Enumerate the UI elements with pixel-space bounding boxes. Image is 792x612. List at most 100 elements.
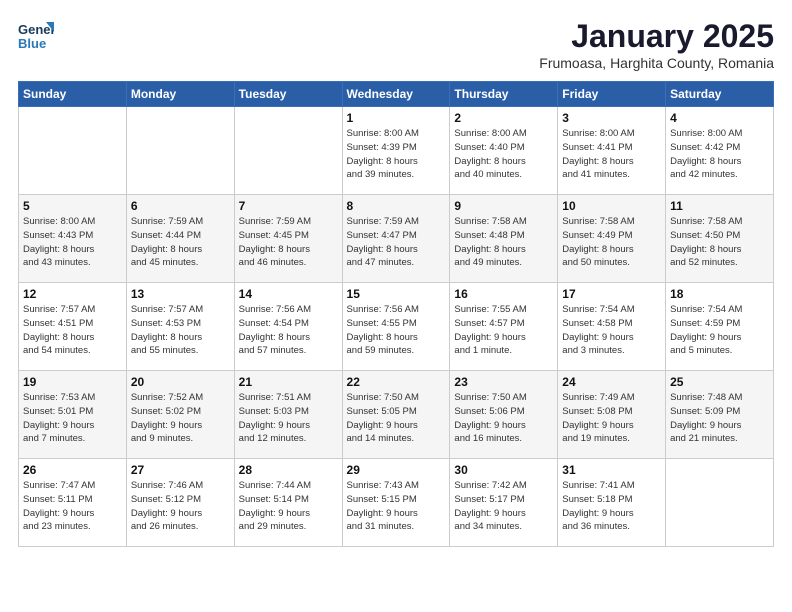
day-info: Sunrise: 7:55 AM Sunset: 4:57 PM Dayligh…: [454, 303, 553, 358]
day-info: Sunrise: 7:57 AM Sunset: 4:51 PM Dayligh…: [23, 303, 122, 358]
calendar-table: Sunday Monday Tuesday Wednesday Thursday…: [18, 81, 774, 547]
col-sunday: Sunday: [19, 82, 127, 107]
calendar-week-row: 5 Sunrise: 8:00 AM Sunset: 4:43 PM Daylig…: [19, 195, 774, 283]
page-subtitle: Frumoasa, Harghita County, Romania: [539, 55, 774, 71]
table-row: 27 Sunrise: 7:46 AM Sunset: 5:12 PM Dayli…: [126, 459, 234, 547]
day-number: 4: [670, 111, 769, 125]
table-row: 9 Sunrise: 7:58 AM Sunset: 4:48 PM Daylig…: [450, 195, 558, 283]
day-number: 31: [562, 463, 661, 477]
day-number: 25: [670, 375, 769, 389]
table-row: 12 Sunrise: 7:57 AM Sunset: 4:51 PM Dayli…: [19, 283, 127, 371]
day-number: 2: [454, 111, 553, 125]
day-info: Sunrise: 7:58 AM Sunset: 4:48 PM Dayligh…: [454, 215, 553, 270]
table-row: [126, 107, 234, 195]
day-number: 15: [347, 287, 446, 301]
day-info: Sunrise: 7:46 AM Sunset: 5:12 PM Dayligh…: [131, 479, 230, 534]
day-info: Sunrise: 7:53 AM Sunset: 5:01 PM Dayligh…: [23, 391, 122, 446]
page-title: January 2025: [539, 18, 774, 55]
day-number: 9: [454, 199, 553, 213]
day-number: 12: [23, 287, 122, 301]
day-number: 17: [562, 287, 661, 301]
header: General Blue January 2025 Frumoasa, Harg…: [18, 18, 774, 71]
col-tuesday: Tuesday: [234, 82, 342, 107]
day-number: 10: [562, 199, 661, 213]
day-number: 1: [347, 111, 446, 125]
day-info: Sunrise: 7:58 AM Sunset: 4:49 PM Dayligh…: [562, 215, 661, 270]
table-row: 10 Sunrise: 7:58 AM Sunset: 4:49 PM Dayli…: [558, 195, 666, 283]
table-row: 25 Sunrise: 7:48 AM Sunset: 5:09 PM Dayli…: [666, 371, 774, 459]
calendar-week-row: 26 Sunrise: 7:47 AM Sunset: 5:11 PM Dayli…: [19, 459, 774, 547]
table-row: 7 Sunrise: 7:59 AM Sunset: 4:45 PM Daylig…: [234, 195, 342, 283]
day-info: Sunrise: 7:47 AM Sunset: 5:11 PM Dayligh…: [23, 479, 122, 534]
day-number: 7: [239, 199, 338, 213]
day-info: Sunrise: 7:50 AM Sunset: 5:06 PM Dayligh…: [454, 391, 553, 446]
day-info: Sunrise: 7:59 AM Sunset: 4:45 PM Dayligh…: [239, 215, 338, 270]
day-number: 14: [239, 287, 338, 301]
table-row: 15 Sunrise: 7:56 AM Sunset: 4:55 PM Dayli…: [342, 283, 450, 371]
day-number: 16: [454, 287, 553, 301]
day-number: 26: [23, 463, 122, 477]
table-row: 24 Sunrise: 7:49 AM Sunset: 5:08 PM Dayli…: [558, 371, 666, 459]
day-number: 22: [347, 375, 446, 389]
table-row: 6 Sunrise: 7:59 AM Sunset: 4:44 PM Daylig…: [126, 195, 234, 283]
table-row: 23Sunrise: 7:50 AM Sunset: 5:06 PM Dayli…: [450, 371, 558, 459]
day-info: Sunrise: 7:51 AM Sunset: 5:03 PM Dayligh…: [239, 391, 338, 446]
calendar-week-row: 19 Sunrise: 7:53 AM Sunset: 5:01 PM Dayli…: [19, 371, 774, 459]
table-row: 17 Sunrise: 7:54 AM Sunset: 4:58 PM Dayli…: [558, 283, 666, 371]
table-row: [19, 107, 127, 195]
day-info: Sunrise: 7:49 AM Sunset: 5:08 PM Dayligh…: [562, 391, 661, 446]
svg-text:Blue: Blue: [18, 36, 46, 51]
day-number: 5: [23, 199, 122, 213]
day-number: 24: [562, 375, 661, 389]
day-number: 3: [562, 111, 661, 125]
day-info: Sunrise: 8:00 AM Sunset: 4:42 PM Dayligh…: [670, 127, 769, 182]
day-number: 11: [670, 199, 769, 213]
table-row: [666, 459, 774, 547]
col-wednesday: Wednesday: [342, 82, 450, 107]
table-row: 1Sunrise: 8:00 AM Sunset: 4:39 PM Daylig…: [342, 107, 450, 195]
day-info: Sunrise: 7:50 AM Sunset: 5:05 PM Dayligh…: [347, 391, 446, 446]
day-info: Sunrise: 7:44 AM Sunset: 5:14 PM Dayligh…: [239, 479, 338, 534]
table-row: [234, 107, 342, 195]
table-row: 13Sunrise: 7:57 AM Sunset: 4:53 PM Dayli…: [126, 283, 234, 371]
day-info: Sunrise: 7:54 AM Sunset: 4:59 PM Dayligh…: [670, 303, 769, 358]
col-thursday: Thursday: [450, 82, 558, 107]
day-number: 8: [347, 199, 446, 213]
day-number: 19: [23, 375, 122, 389]
day-number: 27: [131, 463, 230, 477]
col-friday: Friday: [558, 82, 666, 107]
col-monday: Monday: [126, 82, 234, 107]
day-info: Sunrise: 7:43 AM Sunset: 5:15 PM Dayligh…: [347, 479, 446, 534]
day-number: 6: [131, 199, 230, 213]
day-info: Sunrise: 7:57 AM Sunset: 4:53 PM Dayligh…: [131, 303, 230, 358]
day-info: Sunrise: 7:58 AM Sunset: 4:50 PM Dayligh…: [670, 215, 769, 270]
day-info: Sunrise: 7:56 AM Sunset: 4:55 PM Dayligh…: [347, 303, 446, 358]
col-saturday: Saturday: [666, 82, 774, 107]
day-info: Sunrise: 8:00 AM Sunset: 4:43 PM Dayligh…: [23, 215, 122, 270]
day-number: 29: [347, 463, 446, 477]
day-info: Sunrise: 7:54 AM Sunset: 4:58 PM Dayligh…: [562, 303, 661, 358]
logo: General Blue: [18, 18, 54, 54]
day-number: 20: [131, 375, 230, 389]
day-info: Sunrise: 7:48 AM Sunset: 5:09 PM Dayligh…: [670, 391, 769, 446]
day-info: Sunrise: 7:59 AM Sunset: 4:47 PM Dayligh…: [347, 215, 446, 270]
table-row: 8 Sunrise: 7:59 AM Sunset: 4:47 PM Daylig…: [342, 195, 450, 283]
table-row: 11 Sunrise: 7:58 AM Sunset: 4:50 PM Dayli…: [666, 195, 774, 283]
day-info: Sunrise: 7:41 AM Sunset: 5:18 PM Dayligh…: [562, 479, 661, 534]
table-row: 20Sunrise: 7:52 AM Sunset: 5:02 PM Dayli…: [126, 371, 234, 459]
table-row: 3Sunrise: 8:00 AM Sunset: 4:41 PM Daylig…: [558, 107, 666, 195]
table-row: 28Sunrise: 7:44 AM Sunset: 5:14 PM Dayli…: [234, 459, 342, 547]
day-info: Sunrise: 7:59 AM Sunset: 4:44 PM Dayligh…: [131, 215, 230, 270]
calendar-header-row: Sunday Monday Tuesday Wednesday Thursday…: [19, 82, 774, 107]
day-info: Sunrise: 7:56 AM Sunset: 4:54 PM Dayligh…: [239, 303, 338, 358]
page: General Blue January 2025 Frumoasa, Harg…: [0, 0, 792, 557]
table-row: 14 Sunrise: 7:56 AM Sunset: 4:54 PM Dayli…: [234, 283, 342, 371]
logo-icon: General Blue: [18, 18, 54, 54]
table-row: 4 Sunrise: 8:00 AM Sunset: 4:42 PM Daylig…: [666, 107, 774, 195]
day-info: Sunrise: 7:42 AM Sunset: 5:17 PM Dayligh…: [454, 479, 553, 534]
calendar-week-row: 1Sunrise: 8:00 AM Sunset: 4:39 PM Daylig…: [19, 107, 774, 195]
day-info: Sunrise: 8:00 AM Sunset: 4:40 PM Dayligh…: [454, 127, 553, 182]
table-row: 22 Sunrise: 7:50 AM Sunset: 5:05 PM Dayli…: [342, 371, 450, 459]
table-row: 2 Sunrise: 8:00 AM Sunset: 4:40 PM Daylig…: [450, 107, 558, 195]
day-number: 30: [454, 463, 553, 477]
